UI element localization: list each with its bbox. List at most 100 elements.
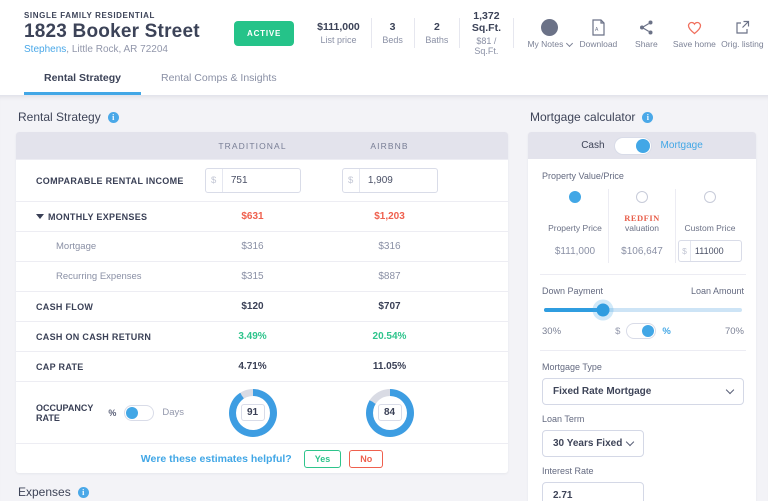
traditional-occupancy-value[interactable]: 91: [241, 404, 265, 421]
row-label: CASH ON CASH RETURN: [16, 332, 184, 342]
save-home-button[interactable]: Save home: [672, 17, 716, 49]
cash-mortgage-toggle[interactable]: [614, 137, 652, 155]
toggle-knob: [642, 325, 654, 337]
stat-value: 1,372 Sq.Ft.: [471, 10, 502, 34]
share-icon: [638, 19, 655, 36]
percent-label[interactable]: %: [662, 326, 670, 337]
down-payment-labels: Down Payment Loan Amount: [542, 286, 744, 296]
loan-term-select[interactable]: 30 Years Fixed: [542, 430, 644, 457]
traditional-income-input[interactable]: [223, 175, 300, 186]
days-unit-label[interactable]: Days: [162, 407, 184, 418]
table-row-occupancy-rate: OCCUPANCY RATE % Days 91 84: [16, 381, 508, 443]
orig-listing-button[interactable]: Orig. listing: [720, 17, 764, 49]
table-row-comparable-rental-income: COMPARABLE RENTAL INCOME $ $: [16, 159, 508, 201]
mortgage-label[interactable]: Mortgage: [661, 140, 703, 151]
property-price-radio[interactable]: [569, 191, 581, 203]
neighborhood-link[interactable]: Stephens: [24, 44, 66, 55]
my-notes-button[interactable]: My Notes: [527, 17, 572, 49]
cash-label[interactable]: Cash: [581, 140, 604, 151]
option-custom-price: Custom Price $: [676, 189, 744, 263]
airbnb-occupancy-value[interactable]: 84: [378, 404, 402, 421]
custom-price-input[interactable]: [691, 246, 741, 256]
property-type-label: SINGLE FAMILY RESIDENTIAL: [24, 11, 220, 20]
cell-airbnb: 20.54%: [321, 331, 458, 342]
slider-fill: [544, 308, 603, 312]
traditional-occupancy-donut: 91: [229, 389, 277, 437]
occupancy-unit-toggle[interactable]: [124, 405, 154, 421]
occupancy-controls: OCCUPANCY RATE % Days: [16, 403, 184, 423]
row-label: MONTHLY EXPENSES: [16, 212, 184, 222]
loan-amount-percent: 70%: [725, 326, 744, 337]
chevron-down-icon: [626, 438, 634, 446]
down-payment-slider[interactable]: [544, 308, 742, 312]
download-button[interactable]: A Download: [576, 17, 620, 49]
property-value-label: Property Value/Price: [542, 171, 744, 181]
orig-listing-label: Orig. listing: [721, 39, 764, 49]
row-label: Mortgage: [16, 241, 184, 252]
tab-rental-comps-insights[interactable]: Rental Comps & Insights: [141, 64, 297, 95]
collapse-caret-icon[interactable]: [36, 214, 44, 219]
download-label: Download: [579, 39, 617, 49]
table-row-monthly-expenses[interactable]: MONTHLY EXPENSES $631 $1,203: [16, 201, 508, 231]
tab-bar: Rental Strategy Rental Comps & Insights: [0, 64, 768, 96]
cell-airbnb: $316: [321, 241, 458, 252]
my-notes-icon: [541, 19, 558, 36]
info-icon[interactable]: [108, 112, 119, 123]
feedback-yes-button[interactable]: Yes: [304, 450, 342, 468]
feedback-row: Were these estimates helpful? Yes No: [16, 443, 508, 473]
mortgage-type-select[interactable]: Fixed Rate Mortgage: [542, 378, 744, 405]
dollar-label[interactable]: $: [615, 326, 620, 337]
info-icon[interactable]: [642, 112, 653, 123]
table-row-mortgage: Mortgage $316 $316: [16, 231, 508, 261]
mortgage-calculator-card: Cash Mortgage Property Value/Price Prope…: [528, 132, 756, 501]
airbnb-income-input[interactable]: [360, 175, 437, 186]
traditional-income-field: $: [205, 168, 301, 193]
share-button[interactable]: Share: [624, 17, 668, 49]
row-label: OCCUPANCY RATE: [36, 403, 100, 423]
main-content: Rental Strategy TRADITIONAL AIRBNB COMPA…: [0, 96, 768, 501]
redfin-logo: Redfin: [624, 213, 660, 223]
stat-list-price: $111,000 List price: [306, 21, 371, 45]
toggle-knob: [636, 139, 650, 153]
feedback-no-button[interactable]: No: [349, 450, 383, 468]
chevron-down-icon: [566, 39, 573, 46]
property-value-options: Property Price $111,000 Redfin valuation…: [542, 189, 744, 263]
interest-rate-input[interactable]: [553, 490, 633, 501]
divider: [540, 350, 746, 351]
slider-knob[interactable]: [597, 304, 610, 317]
table-row-cap-rate: CAP RATE 4.71% 11.05%: [16, 351, 508, 381]
cell-airbnb: $1,203: [321, 211, 458, 222]
custom-price-radio[interactable]: [704, 191, 716, 203]
rental-strategy-card: TRADITIONAL AIRBNB COMPARABLE RENTAL INC…: [16, 132, 508, 473]
currency-prefix: $: [679, 241, 691, 261]
stat-label: $81 / Sq.Ft.: [471, 36, 502, 56]
address-rest: , Little Rock, AR 72204: [66, 44, 168, 55]
option-value: $106,647: [621, 239, 663, 263]
airbnb-occupancy-donut: 84: [366, 389, 414, 437]
dollar-percent-toggle[interactable]: [626, 323, 656, 339]
svg-text:A: A: [595, 27, 599, 33]
stat-beds: 3 Beds: [371, 21, 414, 45]
redfin-valuation-radio[interactable]: [636, 191, 648, 203]
row-label: CAP RATE: [16, 362, 184, 372]
stat-value: $111,000: [317, 21, 360, 33]
property-identity: SINGLE FAMILY RESIDENTIAL 1823 Booker St…: [24, 11, 220, 55]
dollar-percent-toggle-group: $ %: [615, 323, 671, 339]
expenses-section-title: Expenses: [18, 485, 508, 499]
percent-unit-label[interactable]: %: [108, 408, 116, 418]
tab-rental-strategy[interactable]: Rental Strategy: [24, 64, 141, 95]
cell-airbnb: $707: [321, 301, 458, 312]
column-header-traditional: TRADITIONAL: [184, 141, 321, 151]
cell-traditional: $: [184, 168, 321, 193]
row-label-text: MONTHLY EXPENSES: [48, 212, 147, 222]
interest-rate-field: [542, 482, 644, 501]
info-icon[interactable]: [78, 487, 89, 498]
table-header: TRADITIONAL AIRBNB: [16, 132, 508, 159]
airbnb-income-field: $: [342, 168, 438, 193]
divider: [513, 18, 514, 48]
cell-airbnb: $887: [321, 271, 458, 282]
my-notes-label: My Notes: [527, 39, 563, 49]
down-payment-percent: 30%: [542, 326, 561, 337]
toggle-knob: [126, 407, 138, 419]
stat-value: 3: [382, 21, 403, 33]
